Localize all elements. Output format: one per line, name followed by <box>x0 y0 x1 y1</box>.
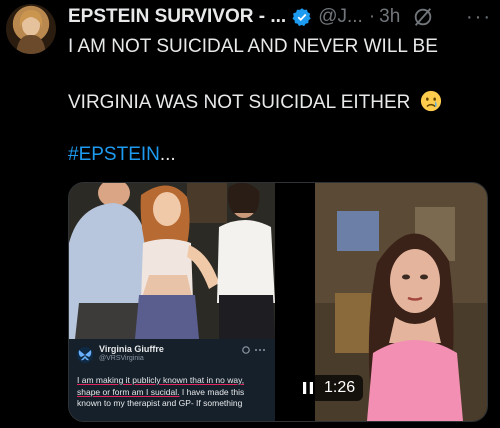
post-text-line-1: I AM NOT SUICIDAL AND NEVER WILL BE <box>68 36 438 57</box>
post-timestamp[interactable]: 3h <box>379 6 400 28</box>
embedded-tweet-handle: @VRSVirginia <box>99 355 144 362</box>
author-avatar[interactable] <box>6 4 56 54</box>
pause-icon[interactable] <box>302 381 314 395</box>
embedded-tweet-name: Virginia Giuffre <box>99 344 164 354</box>
crying-face-emoji-icon <box>420 90 441 112</box>
more-options-icon[interactable]: ··· <box>466 7 492 27</box>
hashtag-link[interactable]: #EPSTEIN <box>68 144 160 165</box>
post-text-line-2-text: VIRGINIA WAS NOT SUICIDAL EITHER <box>68 92 411 113</box>
video-controls[interactable]: 1:26 <box>293 375 363 401</box>
show-more-ellipsis[interactable]: ... <box>160 144 176 165</box>
screenshot-image[interactable]: Virginia Giuffre @VRSVirginia I am makin… <box>69 183 275 421</box>
post-text-line-3: #EPSTEIN... <box>68 144 176 166</box>
photo-image <box>69 183 275 339</box>
post-text-line-2: VIRGINIA WAS NOT SUICIDAL EITHER <box>68 90 442 114</box>
avatar-portrait <box>16 10 46 54</box>
verified-badge-icon <box>292 8 311 26</box>
photo-illustration <box>69 183 275 339</box>
embedded-tweet-avatar <box>77 347 93 363</box>
author-handle[interactable]: @J... <box>318 6 363 28</box>
embedded-tweet-body: I am making it publicly known that in no… <box>77 375 269 410</box>
video-duration: 1:26 <box>324 379 356 396</box>
separator-dot: · <box>368 6 376 27</box>
embedded-tweet-icons <box>242 346 265 354</box>
post-header: EPSTEIN SURVIVOR - ... @J... · 3h ··· <box>68 6 492 28</box>
author-name[interactable]: EPSTEIN SURVIVOR - ... <box>68 6 286 28</box>
embedded-tweet-card: Virginia Giuffre @VRSVirginia I am makin… <box>69 339 275 421</box>
media-attachment[interactable]: Virginia Giuffre @VRSVirginia I am makin… <box>68 182 488 422</box>
grok-icon[interactable] <box>412 6 434 28</box>
butterfly-icon <box>78 350 92 361</box>
